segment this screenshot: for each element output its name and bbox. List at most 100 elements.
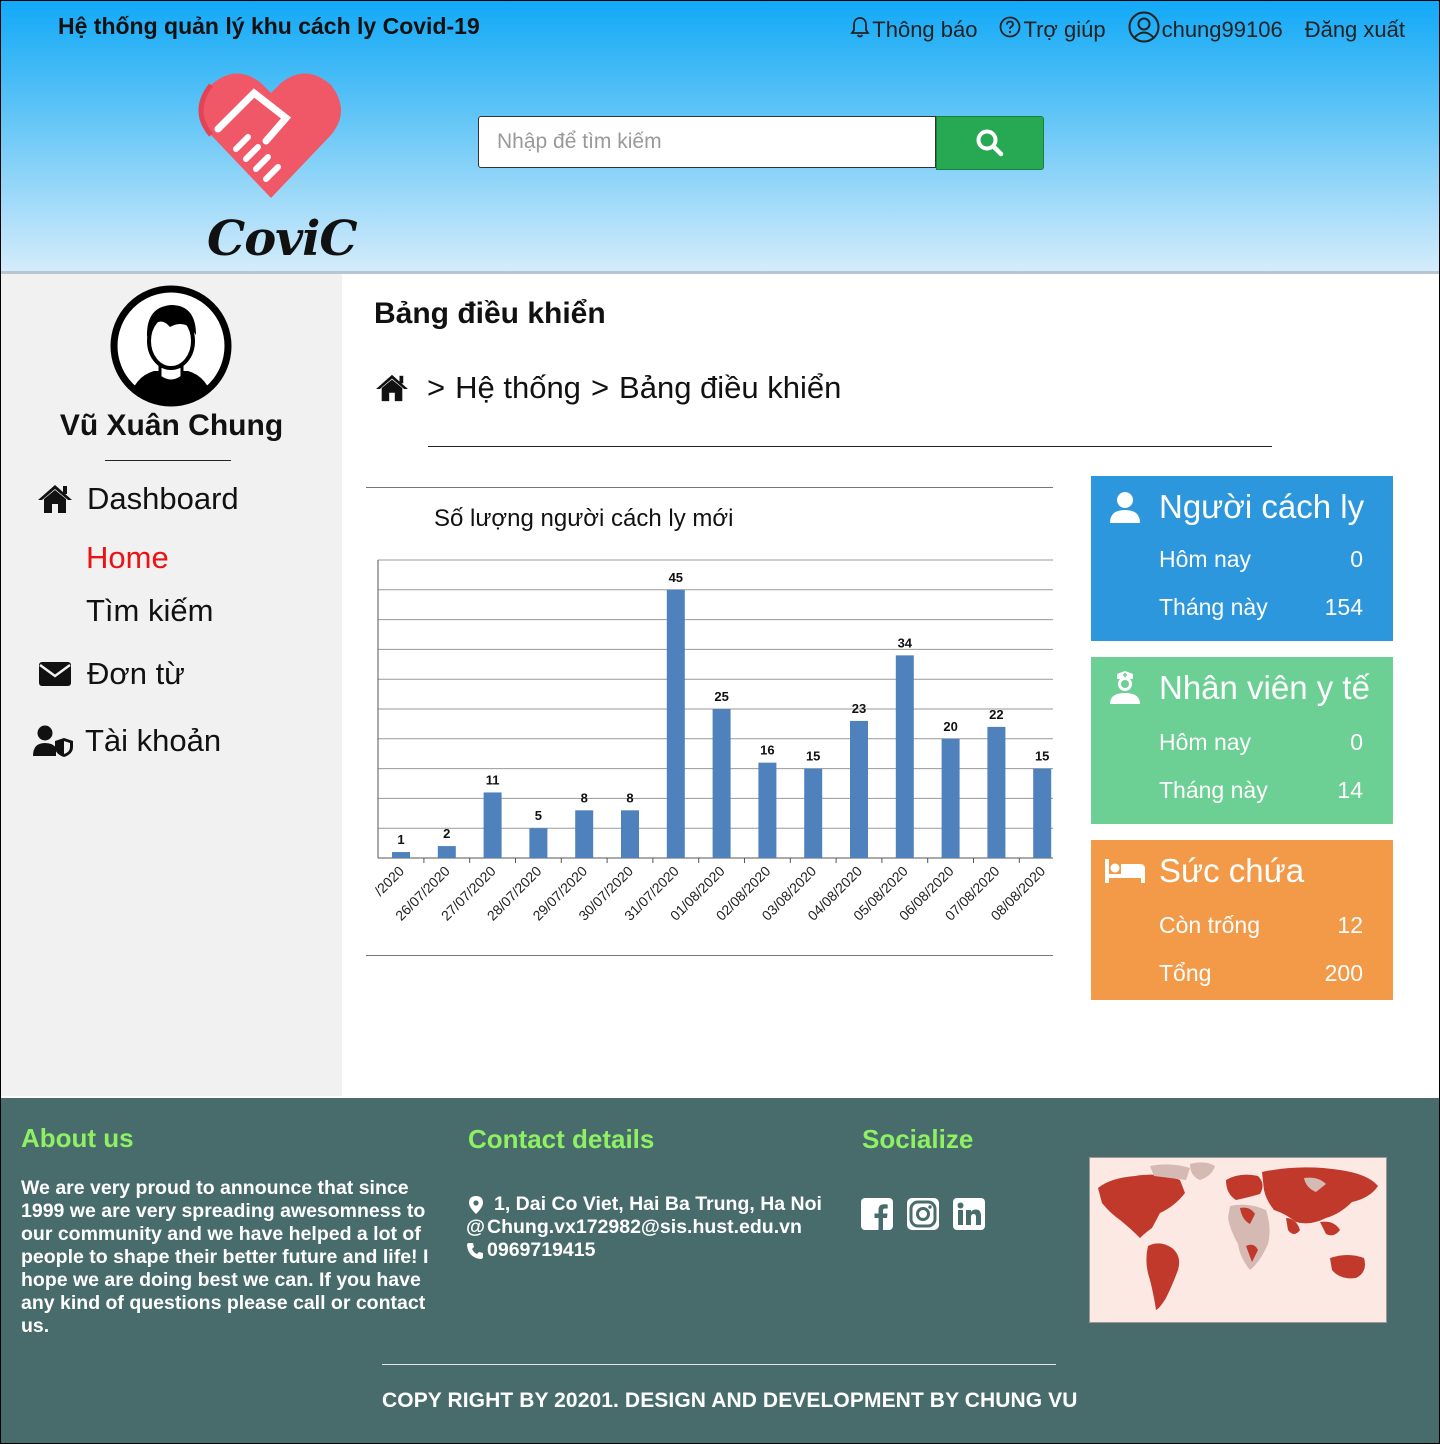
- facebook-icon[interactable]: [861, 1198, 893, 1235]
- bar: [804, 768, 823, 858]
- search-button[interactable]: [936, 116, 1044, 170]
- avatar: [110, 285, 232, 407]
- header: Hệ thống quản lý khu cách ly Covid-19 Th…: [1, 1, 1439, 274]
- stat-value: 12: [1337, 912, 1363, 938]
- sidebar-item-account[interactable]: Tài khoản: [31, 723, 221, 759]
- email-row: @ Chung.vx172982@sis.hust.edu.vn: [466, 1216, 822, 1239]
- stat-value: 200: [1324, 960, 1363, 986]
- user-icon: [1091, 490, 1159, 524]
- at-icon: @: [466, 1216, 486, 1238]
- sidebar: Vũ Xuân Chung Dashboard Home Tìm kiếm Đơ…: [1, 274, 342, 1096]
- logout-link[interactable]: Đăng xuất: [1305, 17, 1405, 43]
- bar: [850, 720, 868, 858]
- about-heading: About us: [21, 1123, 134, 1153]
- bar: [392, 852, 410, 858]
- data-label: 45: [669, 570, 683, 585]
- username: chung99106: [1161, 17, 1283, 42]
- data-label: 8: [626, 790, 633, 805]
- stat-row-month: Tháng này 154: [1159, 594, 1363, 621]
- stat-value: 14: [1337, 777, 1363, 803]
- divider: [105, 460, 231, 461]
- sidebar-item-dashboard[interactable]: Dashboard: [33, 481, 239, 517]
- social-links: [861, 1198, 985, 1235]
- stat-value: 0: [1350, 546, 1363, 572]
- stat-value: 154: [1324, 594, 1363, 620]
- page-title: Bảng điều khiển: [374, 297, 606, 330]
- card-title: Sức chứa: [1159, 852, 1305, 889]
- logout-label: Đăng xuất: [1304, 17, 1405, 42]
- copyright: COPY RIGHT BY 20201. DESIGN AND DEVELOPM…: [382, 1389, 1078, 1412]
- linkedin-icon[interactable]: [953, 1198, 985, 1235]
- breadcrumb: > Hệ thống > Bảng điều khiển: [373, 370, 841, 406]
- notifications-label: Thông báo: [872, 17, 978, 42]
- bar: [483, 792, 502, 858]
- user-avatar-icon: [110, 285, 232, 407]
- sidebar-item-requests[interactable]: Đơn từ: [33, 656, 185, 692]
- email-link[interactable]: Chung.vx172982@sis.hust.edu.vn: [487, 1216, 802, 1239]
- address: 1, Dai Co Viet, Hai Ba Trung, Ha Noi: [494, 1193, 822, 1215]
- help-icon: [999, 16, 1021, 44]
- bed-icon: [1091, 858, 1159, 884]
- tick-label: /2020: [371, 863, 407, 899]
- world-map: [1089, 1157, 1387, 1323]
- sidebar-item-label: Tài khoản: [85, 723, 222, 758]
- stat-label: Hôm nay: [1159, 729, 1252, 755]
- search-input[interactable]: [478, 116, 936, 168]
- user-name: Vũ Xuân Chung: [59, 409, 284, 442]
- address-row: 1, Dai Co Viet, Hai Ba Trung, Ha Noi: [466, 1193, 822, 1216]
- search-icon: [976, 129, 1004, 157]
- sidebar-item-search[interactable]: Tìm kiếm: [86, 593, 213, 629]
- bar: [437, 846, 456, 858]
- instagram-icon[interactable]: [907, 1198, 939, 1235]
- envelope-icon: [33, 660, 77, 688]
- bar: [621, 810, 639, 858]
- bar-chart: 1/2020226/07/20201127/07/2020528/07/2020…: [371, 559, 1053, 924]
- data-label: 2: [443, 826, 450, 841]
- bar: [987, 726, 1006, 858]
- phone: 0969719415: [487, 1239, 596, 1261]
- stat-label: Tháng này: [1159, 777, 1268, 803]
- stat-value: 0: [1350, 729, 1363, 755]
- card-medical-staff: Nhân viên y tế Hôm nay 0 Tháng này 14: [1091, 657, 1393, 824]
- user-menu[interactable]: chung99106: [1128, 11, 1283, 49]
- data-label: 16: [760, 743, 774, 758]
- breadcrumb-separator: >: [590, 370, 610, 405]
- phone-row: 0969719415: [466, 1239, 822, 1262]
- stat-label: Tổng: [1159, 960, 1212, 986]
- sidebar-item-label: Dashboard: [87, 481, 239, 516]
- data-label: 1: [397, 832, 404, 847]
- stat-row-total: Tổng 200: [1159, 960, 1363, 987]
- card-header: Sức chứa: [1091, 852, 1304, 890]
- bar: [1033, 768, 1052, 858]
- user-nurse-icon: [1091, 671, 1159, 705]
- stat-label: Còn trống: [1159, 912, 1261, 938]
- user-shield-icon: [31, 724, 75, 758]
- stat-row-today: Hôm nay 0: [1159, 546, 1363, 573]
- sidebar-item-label: Đơn từ: [87, 656, 185, 691]
- contact-heading: Contact details: [468, 1124, 655, 1154]
- data-label: 15: [806, 749, 820, 764]
- help-link[interactable]: Trợ giúp: [999, 16, 1106, 44]
- home-icon: [33, 483, 77, 515]
- logo: [196, 63, 346, 203]
- footer: About us We are very proud to announce t…: [1, 1098, 1439, 1443]
- breadcrumb-item-system[interactable]: Hệ thống: [455, 370, 581, 406]
- stat-label: Tháng này: [1159, 594, 1268, 620]
- bar: [666, 589, 685, 858]
- bell-icon: [850, 16, 870, 44]
- home-icon[interactable]: [373, 373, 411, 403]
- page: Hệ thống quản lý khu cách ly Covid-19 Th…: [0, 0, 1440, 1444]
- about-text: We are very proud to announce that since…: [21, 1177, 429, 1337]
- sidebar-item-label: Tìm kiếm: [86, 593, 214, 628]
- bar: [758, 762, 777, 858]
- heart-hands-icon: [198, 73, 341, 198]
- card-capacity: Sức chứa Còn trống 12 Tổng 200: [1091, 840, 1393, 1000]
- bar: [895, 655, 914, 858]
- sidebar-item-home[interactable]: Home: [86, 540, 169, 576]
- notifications-link[interactable]: Thông báo: [850, 16, 977, 44]
- chart-title: Số lượng người cách ly mới: [434, 505, 734, 532]
- app-title: Hệ thống quản lý khu cách ly Covid-19: [58, 13, 480, 39]
- breadcrumb-separator: >: [427, 370, 446, 405]
- contact-details: 1, Dai Co Viet, Hai Ba Trung, Ha Noi @ C…: [466, 1193, 822, 1262]
- bar: [529, 828, 548, 858]
